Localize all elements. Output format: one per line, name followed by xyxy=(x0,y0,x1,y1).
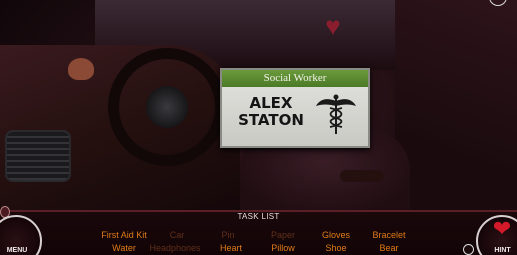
task-item[interactable]: Shoe xyxy=(306,243,366,254)
passenger-door xyxy=(395,0,517,210)
game-scene: ♥ Social Worker ALEX STATON TASK LIST Fi… xyxy=(0,0,517,255)
task-item[interactable]: Pin xyxy=(198,230,258,241)
task-list-title: TASK LIST xyxy=(237,212,280,221)
menu-label: MENU xyxy=(6,247,28,254)
name-card-last-name: STATON xyxy=(238,111,304,129)
hint-recharge-dial xyxy=(463,244,474,255)
steering-wheel-hub xyxy=(146,86,188,128)
heart-icon: ❤ xyxy=(492,216,512,241)
name-card: Social Worker ALEX STATON xyxy=(220,68,370,148)
name-card-name: ALEX STATON xyxy=(232,95,310,129)
task-item[interactable]: Headphones xyxy=(145,243,205,254)
heart-object[interactable]: ♥ xyxy=(318,13,348,39)
air-vent xyxy=(5,130,71,182)
task-item[interactable]: Bear xyxy=(359,243,419,254)
shoe-object[interactable] xyxy=(340,170,384,182)
name-card-title: Social Worker xyxy=(263,72,327,84)
hint-label: HINT xyxy=(494,247,511,254)
task-item[interactable]: Paper xyxy=(253,230,313,241)
caduceus-icon xyxy=(316,94,356,134)
name-card-first-name: ALEX xyxy=(249,94,293,112)
name-card-header: Social Worker xyxy=(222,70,368,87)
task-item[interactable]: First Aid Kit xyxy=(94,230,154,241)
bear-object[interactable] xyxy=(68,58,94,80)
task-item[interactable]: Gloves xyxy=(306,230,366,241)
task-item[interactable]: Bracelet xyxy=(359,230,419,241)
task-item[interactable]: Heart xyxy=(201,243,261,254)
task-item[interactable]: Pillow xyxy=(253,243,313,254)
